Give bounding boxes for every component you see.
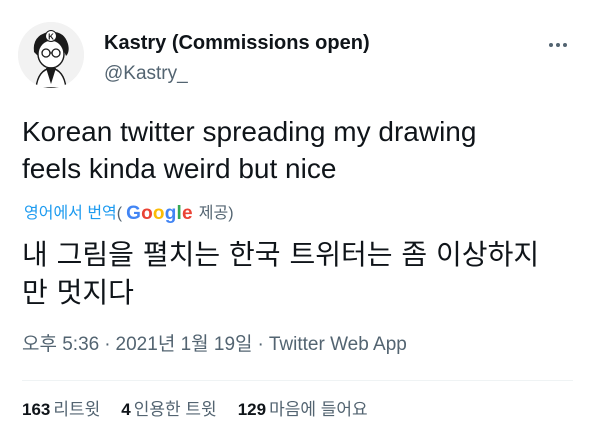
google-logo-letter: g [164, 203, 177, 224]
engagement-stats: 163 리트윗 4 인용한 트윗 129 마음에 들어요 [22, 398, 389, 422]
google-logo-letter: o [141, 203, 153, 224]
google-logo-letter: G [126, 203, 142, 224]
translate-link[interactable]: 영어에서 번역 [24, 203, 117, 225]
tweet-card: K Kastry (Commissions open) @Kastry_ Kor… [0, 0, 593, 446]
google-logo-letter: e [182, 203, 193, 224]
stat-quote-tweets[interactable]: 4 인용한 트윗 [121, 398, 216, 422]
tweet-text-line-1: Korean twitter spreading my drawing [22, 116, 477, 147]
translated-text-line-2: 만 멋지다 [22, 276, 134, 309]
tweet-source[interactable]: Twitter Web App [269, 334, 407, 355]
translated-text-line-1: 내 그림을 펼치는 한국 트위터는 좀 이상하지 [22, 238, 540, 271]
stat-label: 인용한 트윗 [133, 400, 217, 419]
avatar-badge-letter: K [48, 33, 54, 42]
stat-count: 4 [121, 400, 131, 419]
tweet-meta: 오후 5:36 · 2021년 1월 19일 · Twitter Web App [22, 332, 407, 358]
more-horizontal-icon [549, 43, 567, 47]
google-logo: Google [126, 203, 193, 225]
stat-label: 마음에 들어요 [269, 400, 368, 419]
google-logo-letter: o [152, 203, 165, 224]
stat-likes[interactable]: 129 마음에 들어요 [238, 398, 368, 422]
avatar[interactable]: K [18, 22, 84, 88]
translated-text: 내 그림을 펼치는 한국 트위터는 좀 이상하지만 멋지다 [22, 236, 582, 312]
avatar-drawing-icon: K [18, 22, 84, 88]
stat-label: 리트윗 [53, 400, 101, 419]
divider [22, 380, 573, 381]
author-display-name[interactable]: Kastry (Commissions open) [104, 30, 370, 56]
translate-provided-by: 제공) [198, 205, 234, 222]
author-handle[interactable]: @Kastry_ [104, 62, 188, 86]
stat-count: 163 [22, 400, 51, 419]
stat-retweets[interactable]: 163 리트윗 [22, 398, 100, 422]
tweet-time[interactable]: 오후 5:36 [22, 334, 99, 355]
translate-paren-open: ( [116, 205, 123, 222]
tweet-text: Korean twitter spreading my drawing feels… [22, 113, 582, 187]
meta-separator: · [104, 334, 111, 355]
translation-attribution: 영어에서 번역 ( Google 제공) [24, 203, 234, 225]
stat-count: 129 [237, 400, 267, 419]
more-options-button[interactable] [540, 30, 576, 60]
tweet-date[interactable]: 2021년 1월 19일 [116, 334, 253, 355]
tweet-text-line-2: feels kinda weird but nice [22, 153, 337, 184]
meta-separator: · [257, 334, 264, 355]
